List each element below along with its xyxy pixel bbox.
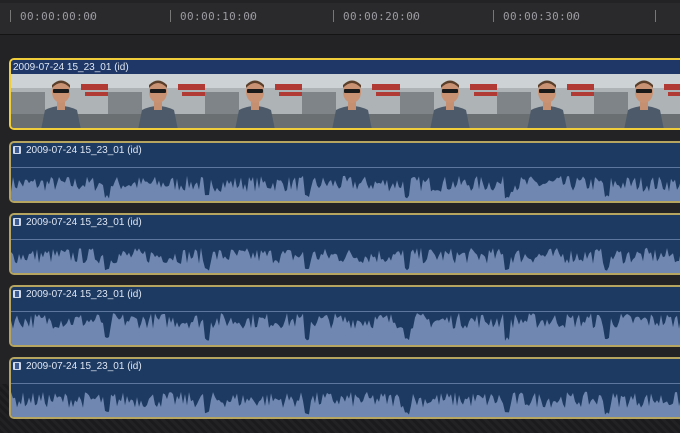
waveform-shape <box>11 312 680 345</box>
ruler-major-tick <box>655 10 656 22</box>
filmstrip <box>11 74 680 128</box>
ruler-minor-tick <box>90 14 91 20</box>
ruler-minor-tick <box>413 14 414 20</box>
ruler-timecode-0: 00:00:00:00 <box>20 10 98 23</box>
film-icon <box>13 290 21 298</box>
waveform-shape <box>11 175 680 201</box>
video-frame-thumbnail <box>496 74 594 128</box>
ruler-minor-tick <box>250 14 251 20</box>
timeline-ruler[interactable]: 00:00:00:00 00:00:10:00 00:00:20:00 00:0… <box>0 0 680 35</box>
ruler-major-tick <box>333 10 334 22</box>
clip-header: 2009-07-24 15_23_01 (id) <box>11 359 680 373</box>
audio-clip-2[interactable]: 2009-07-24 15_23_01 (id) <box>9 213 680 275</box>
ruler-top-edge <box>0 0 680 3</box>
ruler-timecode-2: 00:00:20:00 <box>343 10 421 23</box>
clip-title: 2009-07-24 15_23_01 (id) <box>26 360 142 372</box>
audio-waveform <box>11 247 680 273</box>
ruler-timecode-1: 00:00:10:00 <box>180 10 258 23</box>
ruler-major-tick <box>10 10 11 22</box>
audio-clip-1[interactable]: 2009-07-24 15_23_01 (id) <box>9 141 680 203</box>
clip-header: 2009-07-24 15_23_01 (id) <box>11 143 680 157</box>
video-frame-thumbnail <box>11 74 109 128</box>
clip-title: 2009-07-24 15_23_01 (id) <box>26 216 142 228</box>
clip-title: 2009-07-24 15_23_01 (id) <box>26 144 142 156</box>
ruler-major-tick <box>170 10 171 22</box>
ruler-major-tick <box>493 10 494 22</box>
audio-waveform <box>11 312 680 345</box>
video-frame-thumbnail <box>108 74 206 128</box>
video-frame-thumbnail <box>399 74 497 128</box>
clip-header: 2009-07-24 15_23_01 (id) <box>11 287 680 301</box>
audio-clip-3[interactable]: 2009-07-24 15_23_01 (id) <box>9 285 680 347</box>
audio-waveform <box>11 175 680 201</box>
clip-header: 2009-07-24 15_23_01 (id) <box>11 215 680 229</box>
audio-waveform <box>11 391 680 417</box>
video-frame-thumbnail <box>205 74 303 128</box>
clip-header: 2009-07-24 15_23_01 (id) <box>11 60 680 74</box>
waveform-shape <box>11 391 680 417</box>
video-clip[interactable]: 2009-07-24 15_23_01 (id) <box>9 58 680 130</box>
waveform-shape <box>11 247 680 273</box>
clip-title: 2009-07-24 15_23_01 (id) <box>26 288 142 300</box>
ruler-minor-tick <box>573 14 574 20</box>
film-icon <box>13 362 21 370</box>
audio-clip-4[interactable]: 2009-07-24 15_23_01 (id) <box>9 357 680 419</box>
ruler-timecode-3: 00:00:30:00 <box>503 10 581 23</box>
clip-title: 2009-07-24 15_23_01 (id) <box>13 61 129 73</box>
film-icon <box>13 218 21 226</box>
video-frame-thumbnail <box>593 74 680 128</box>
video-frame-thumbnail <box>302 74 400 128</box>
film-icon <box>13 146 21 154</box>
